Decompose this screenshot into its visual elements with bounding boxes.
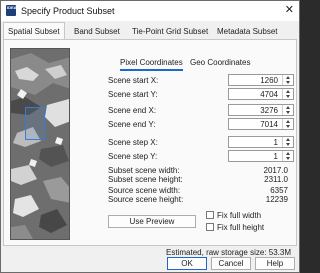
scene-start-x-spinner[interactable]: 1260 [228, 74, 294, 86]
subset-height-label: Subset scene height: [108, 175, 183, 184]
scene-end-y-spinner[interactable]: 7014 [228, 118, 294, 130]
chevron-up-icon[interactable] [286, 76, 290, 79]
spatial-subset-panel: Pixel Coordinates Geo Coordinates Scene … [3, 39, 297, 246]
subset-region-box[interactable] [25, 107, 45, 140]
chevron-down-icon[interactable] [286, 125, 290, 128]
tab-bar: Spatial Subset Band Subset Tie-Point Gri… [3, 22, 297, 40]
scene-step-x-label: Scene step X: [108, 138, 158, 147]
use-preview-button[interactable]: Use Preview [108, 215, 196, 228]
scene-step-y-arrows[interactable] [282, 151, 293, 161]
chevron-up-icon[interactable] [286, 90, 290, 93]
chevron-down-icon[interactable] [286, 111, 290, 114]
source-height-value: 12239 [265, 195, 288, 204]
fix-full-height-checkbox[interactable] [206, 223, 214, 231]
tab-pixel-coordinates[interactable]: Pixel Coordinates [120, 58, 183, 71]
scene-step-y-label: Scene step Y: [108, 152, 158, 161]
scene-end-x-arrows[interactable] [282, 105, 293, 115]
scene-step-y-spinner[interactable]: 1 [228, 150, 294, 162]
satellite-image [11, 49, 69, 239]
ok-button[interactable]: OK [167, 257, 207, 270]
subset-width-label: Subset scene width: [108, 166, 180, 175]
scene-step-y-value: 1 [273, 152, 278, 161]
chevron-up-icon[interactable] [286, 152, 290, 155]
scene-start-y-label: Scene start Y: [108, 90, 158, 99]
tab-spatial-subset[interactable]: Spatial Subset [3, 22, 65, 40]
source-width-label: Source scene width: [108, 186, 181, 195]
scene-end-y-value: 7014 [260, 120, 278, 129]
chevron-up-icon[interactable] [286, 106, 290, 109]
tab-band-subset[interactable]: Band Subset [70, 25, 124, 39]
storage-estimate: Estimated, raw storage size: 53.3M [166, 248, 291, 257]
chevron-down-icon[interactable] [286, 157, 290, 160]
scene-end-x-spinner[interactable]: 3276 [228, 104, 294, 116]
scene-end-x-label: Scene end X: [108, 106, 157, 115]
scene-end-y-label: Scene end Y: [108, 120, 156, 129]
help-button[interactable]: Help [255, 257, 295, 270]
close-icon[interactable]: ✕ [285, 4, 294, 17]
tab-tie-point-grid-subset[interactable]: Tie-Point Grid Subset [128, 25, 212, 39]
preview-thumbnail[interactable] [10, 48, 70, 240]
scene-step-x-spinner[interactable]: 1 [228, 136, 294, 148]
scene-start-x-arrows[interactable] [282, 75, 293, 85]
source-width-value: 6357 [270, 186, 288, 195]
scene-end-x-value: 3276 [260, 106, 278, 115]
window-title: Specify Product Subset [21, 6, 115, 16]
fix-full-width-checkbox[interactable] [206, 211, 214, 219]
source-height-label: Source scene height: [108, 195, 184, 204]
chevron-up-icon[interactable] [286, 120, 290, 123]
cancel-button[interactable]: Cancel [211, 257, 251, 270]
fix-full-height-label: Fix full height [217, 223, 265, 232]
scene-step-x-value: 1 [273, 138, 278, 147]
scene-start-x-value: 1260 [260, 76, 278, 85]
coordinate-tabs: Pixel Coordinates Geo Coordinates [106, 58, 294, 72]
app-logo-icon: IDEA [6, 5, 17, 16]
fix-full-width-label: Fix full width [217, 211, 262, 220]
chevron-down-icon[interactable] [286, 95, 290, 98]
app-logo-text: IDEA [7, 5, 17, 10]
scene-step-x-arrows[interactable] [282, 137, 293, 147]
scene-start-y-spinner[interactable]: 4704 [228, 88, 294, 100]
scene-start-y-arrows[interactable] [282, 89, 293, 99]
chevron-down-icon[interactable] [286, 143, 290, 146]
title-bar[interactable]: IDEA Specify Product Subset ✕ [1, 1, 299, 21]
tab-geo-coordinates[interactable]: Geo Coordinates [190, 58, 250, 67]
subset-height-value: 2311.0 [264, 175, 288, 184]
subset-width-value: 2017.0 [263, 166, 288, 175]
chevron-down-icon[interactable] [286, 81, 290, 84]
chevron-up-icon[interactable] [286, 138, 290, 141]
tab-metadata-subset[interactable]: Metadata Subset [213, 25, 281, 39]
dialog-window: IDEA Specify Product Subset ✕ Spatial Su… [0, 0, 300, 273]
scene-start-x-label: Scene start X: [108, 76, 159, 85]
scene-end-y-arrows[interactable] [282, 119, 293, 129]
scene-start-y-value: 4704 [260, 90, 278, 99]
